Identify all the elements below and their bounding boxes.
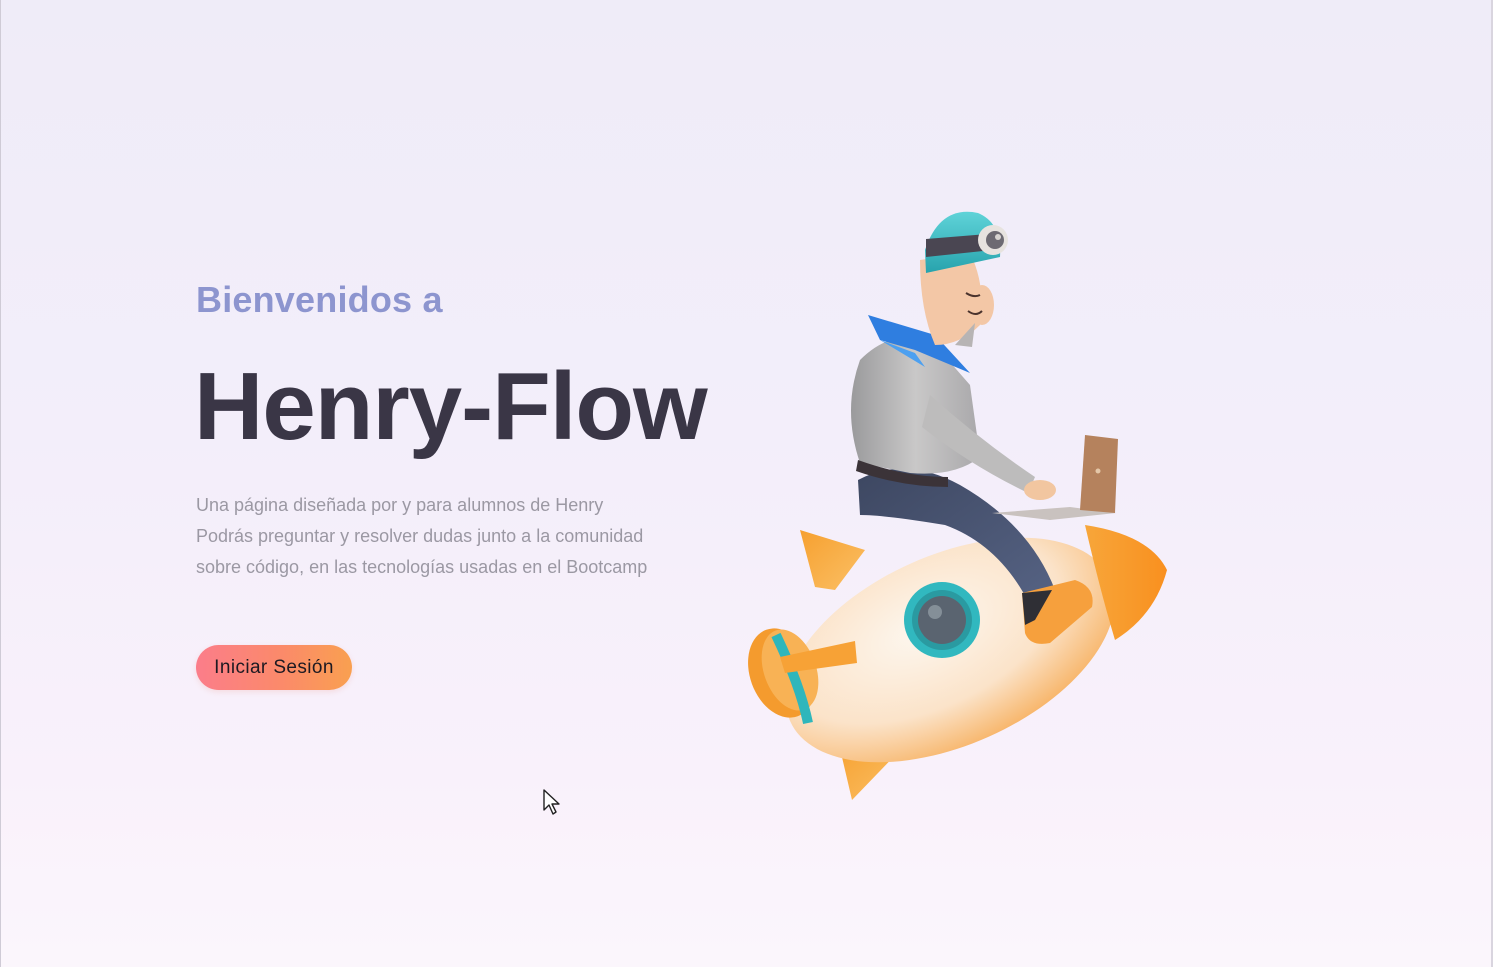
hero-description: Una página diseñada por y para alumnos d…: [196, 490, 666, 583]
welcome-heading: Bienvenidos a: [196, 279, 443, 320]
hero-section: Bienvenidos a Henry-Flow Una página dise…: [194, 270, 716, 690]
window-left-edge: [0, 0, 1, 967]
description-line: Una página diseñada por y para alumnos d…: [196, 495, 604, 515]
description-line: Podrás preguntar y resolver dudas junto …: [196, 526, 644, 546]
rocket-rider-illustration: [730, 195, 1190, 815]
app-title: Henry-Flow: [194, 353, 708, 460]
login-button[interactable]: Iniciar Sesión: [196, 645, 352, 690]
description-line: sobre código, en las tecnologías usadas …: [196, 557, 648, 577]
mouse-pointer-icon: [542, 788, 562, 816]
